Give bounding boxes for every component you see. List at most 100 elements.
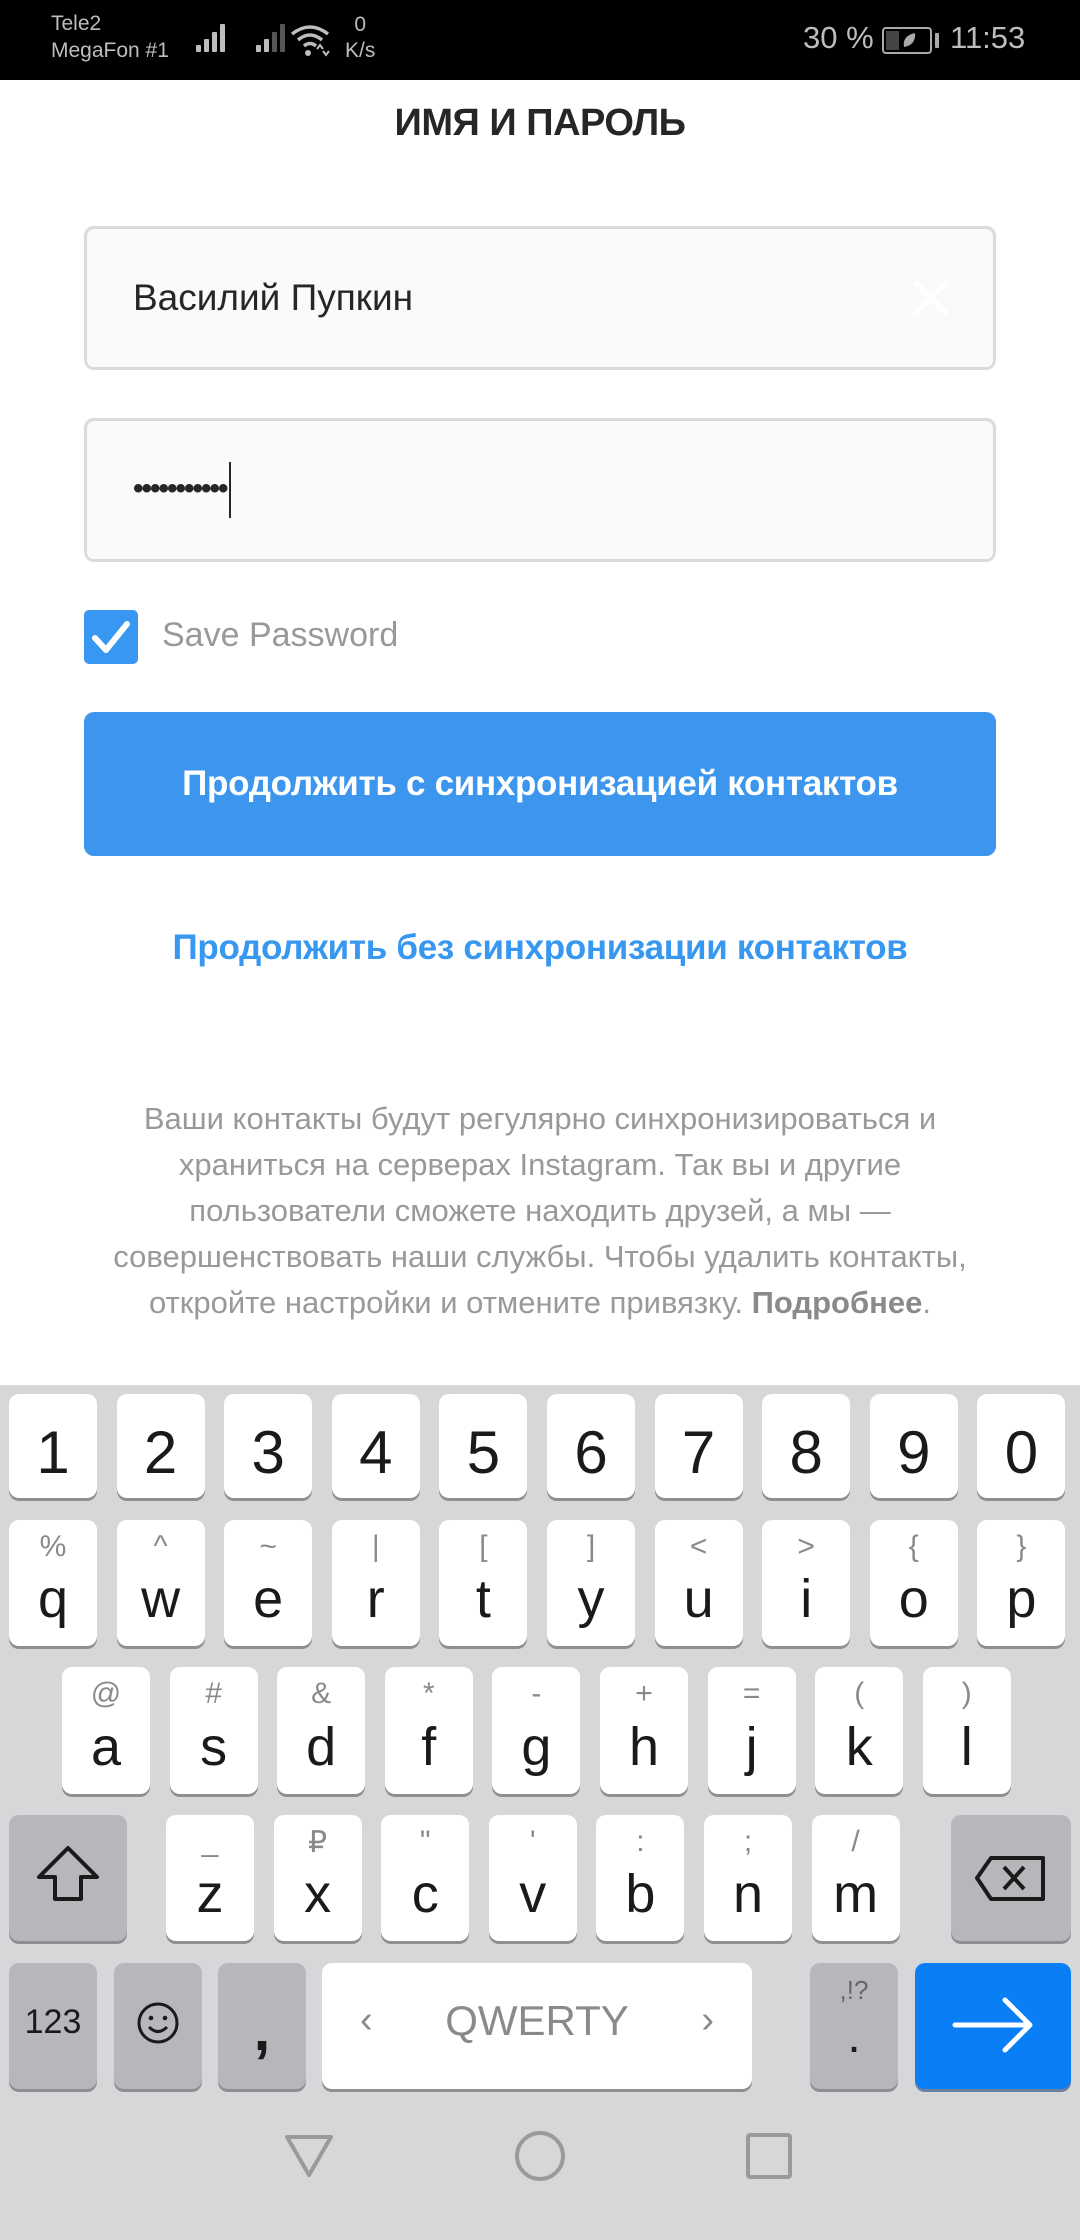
key-a[interactable]: @ a (62, 1667, 150, 1794)
key-v[interactable]: ' v (488, 1815, 577, 1941)
key-p[interactable]: } p (977, 1520, 1066, 1646)
key-1[interactable]: 1 (9, 1394, 97, 1498)
key-h[interactable]: + h (600, 1667, 688, 1794)
key-label: w (141, 1569, 181, 1629)
key-4[interactable]: 4 (331, 1394, 420, 1498)
key-5[interactable]: 5 (439, 1394, 528, 1498)
key-label: e (253, 1569, 284, 1629)
chevron-right-icon: › (701, 1999, 714, 2041)
key-label: 7 (681, 1419, 716, 1486)
key-u[interactable]: < u (654, 1520, 743, 1646)
key-8[interactable]: 8 (762, 1394, 851, 1498)
key-w[interactable]: ^ w (116, 1520, 205, 1646)
battery-percent: 30 % (803, 20, 874, 55)
enter-key[interactable] (915, 1963, 1071, 2089)
key-label: t (475, 1569, 491, 1629)
key-k[interactable]: (k (815, 1667, 904, 1794)
key-j[interactable]: = j (707, 1667, 796, 1794)
key-label: 6 (574, 1419, 608, 1486)
key-n[interactable]: ; n (704, 1815, 792, 1941)
key-x[interactable]: ₽ x (273, 1815, 362, 1941)
password-input[interactable]: ••••••••••• (84, 418, 996, 562)
key-label: 0 (1004, 1419, 1039, 1486)
key-alt-label: * (422, 1677, 435, 1710)
key-t[interactable]: [t (439, 1520, 528, 1646)
key-label: 2 (143, 1419, 178, 1486)
key-label: h (628, 1717, 660, 1777)
recents-icon[interactable] (734, 2118, 804, 2188)
key-label: 9 (897, 1419, 931, 1486)
key-6[interactable]: 6 (547, 1394, 635, 1498)
key-alt-label: # (205, 1677, 222, 1710)
key-s[interactable]: # s (169, 1667, 258, 1794)
shift-key[interactable] (9, 1815, 127, 1941)
comma-key[interactable]: , (218, 1963, 306, 2089)
key-o[interactable]: {o (869, 1520, 958, 1646)
clear-icon[interactable] (909, 276, 953, 320)
key-9[interactable]: 9 (869, 1394, 958, 1498)
key-alt-label: % (39, 1530, 67, 1563)
network-speed-unit: K/s (345, 39, 376, 62)
continue-without-sync-link[interactable]: Продолжить без синхронизации контактов (0, 928, 1080, 968)
text-cursor (228, 462, 231, 518)
save-password-checkbox[interactable] (84, 610, 138, 664)
sync-info-text: Ваши контакты будут регулярно синхронизи… (96, 1096, 984, 1326)
emoji-key[interactable] (114, 1963, 202, 2089)
sync-info-end: . (922, 1285, 931, 1320)
key-b[interactable]: :b (596, 1815, 685, 1941)
space-key[interactable]: ‹ QWERTY › (322, 1963, 752, 2089)
key-y[interactable]: ] y (547, 1520, 635, 1646)
backspace-key[interactable] (951, 1815, 1071, 1941)
key-m[interactable]: / m (811, 1815, 900, 1941)
name-input-value: Василий Пупкин (133, 277, 414, 318)
key-alt-label: " (419, 1825, 431, 1858)
key-z[interactable]: _ z (166, 1815, 254, 1941)
emoji-icon (137, 2002, 179, 2044)
learn-more-link[interactable]: Подробнее (752, 1285, 923, 1320)
leaf-icon (903, 33, 916, 47)
carrier-2: MegaFon #1 (51, 39, 169, 62)
key-label: 3 (251, 1419, 285, 1486)
key-7[interactable]: 7 (654, 1394, 743, 1498)
key-alt-label: ^ (153, 1530, 168, 1563)
key-label: . (847, 2010, 861, 2063)
key-label: j (745, 1717, 758, 1777)
signal-strength-icon (196, 24, 230, 52)
arrow-right-icon (952, 1997, 1033, 2053)
key-0[interactable]: 0 (977, 1394, 1066, 1498)
key-alt-label: > (797, 1530, 815, 1563)
key-c[interactable]: " c (381, 1815, 470, 1941)
key-r[interactable]: | r (331, 1520, 420, 1646)
battery-icon (882, 27, 932, 54)
shift-icon (37, 1846, 99, 1901)
key-3[interactable]: 3 (224, 1394, 313, 1498)
key-label: d (306, 1717, 337, 1777)
key-alt-label: } (1016, 1530, 1027, 1563)
key-alt-label: / (851, 1825, 860, 1858)
key-alt-label: & (311, 1677, 332, 1710)
key-q[interactable]: % q (9, 1520, 97, 1646)
key-alt-label: ,!? (839, 1975, 869, 2005)
key-g[interactable]: -g (492, 1667, 581, 1794)
key-alt-label: { (908, 1530, 919, 1563)
key-alt-label: + (635, 1677, 653, 1710)
period-key[interactable]: ,!?. (810, 1963, 898, 2089)
key-l[interactable]: ) l (922, 1667, 1011, 1794)
key-i[interactable]: > i (762, 1520, 851, 1646)
symbols-key[interactable]: 123 (9, 1963, 97, 2089)
back-icon[interactable] (274, 2118, 344, 2188)
key-f[interactable]: * f (384, 1667, 473, 1794)
key-2[interactable]: 2 (116, 1394, 205, 1498)
key-e[interactable]: ~ e (224, 1520, 313, 1646)
name-input[interactable]: Василий Пупкин (84, 226, 996, 370)
key-label: y (577, 1569, 605, 1629)
key-d[interactable]: & d (277, 1667, 366, 1794)
key-alt-label: ₽ (308, 1826, 328, 1859)
continue-with-sync-button[interactable]: Продолжить с синхронизацией контактов (84, 712, 996, 856)
save-password-label[interactable]: Save Password (162, 616, 398, 655)
page-title: ИМЯ И ПАРОЛЬ (394, 102, 686, 144)
key-label: 123 (24, 2003, 82, 2041)
home-icon[interactable] (505, 2118, 575, 2188)
key-alt-label: - (531, 1677, 542, 1710)
clock: 11:53 (950, 20, 1026, 55)
